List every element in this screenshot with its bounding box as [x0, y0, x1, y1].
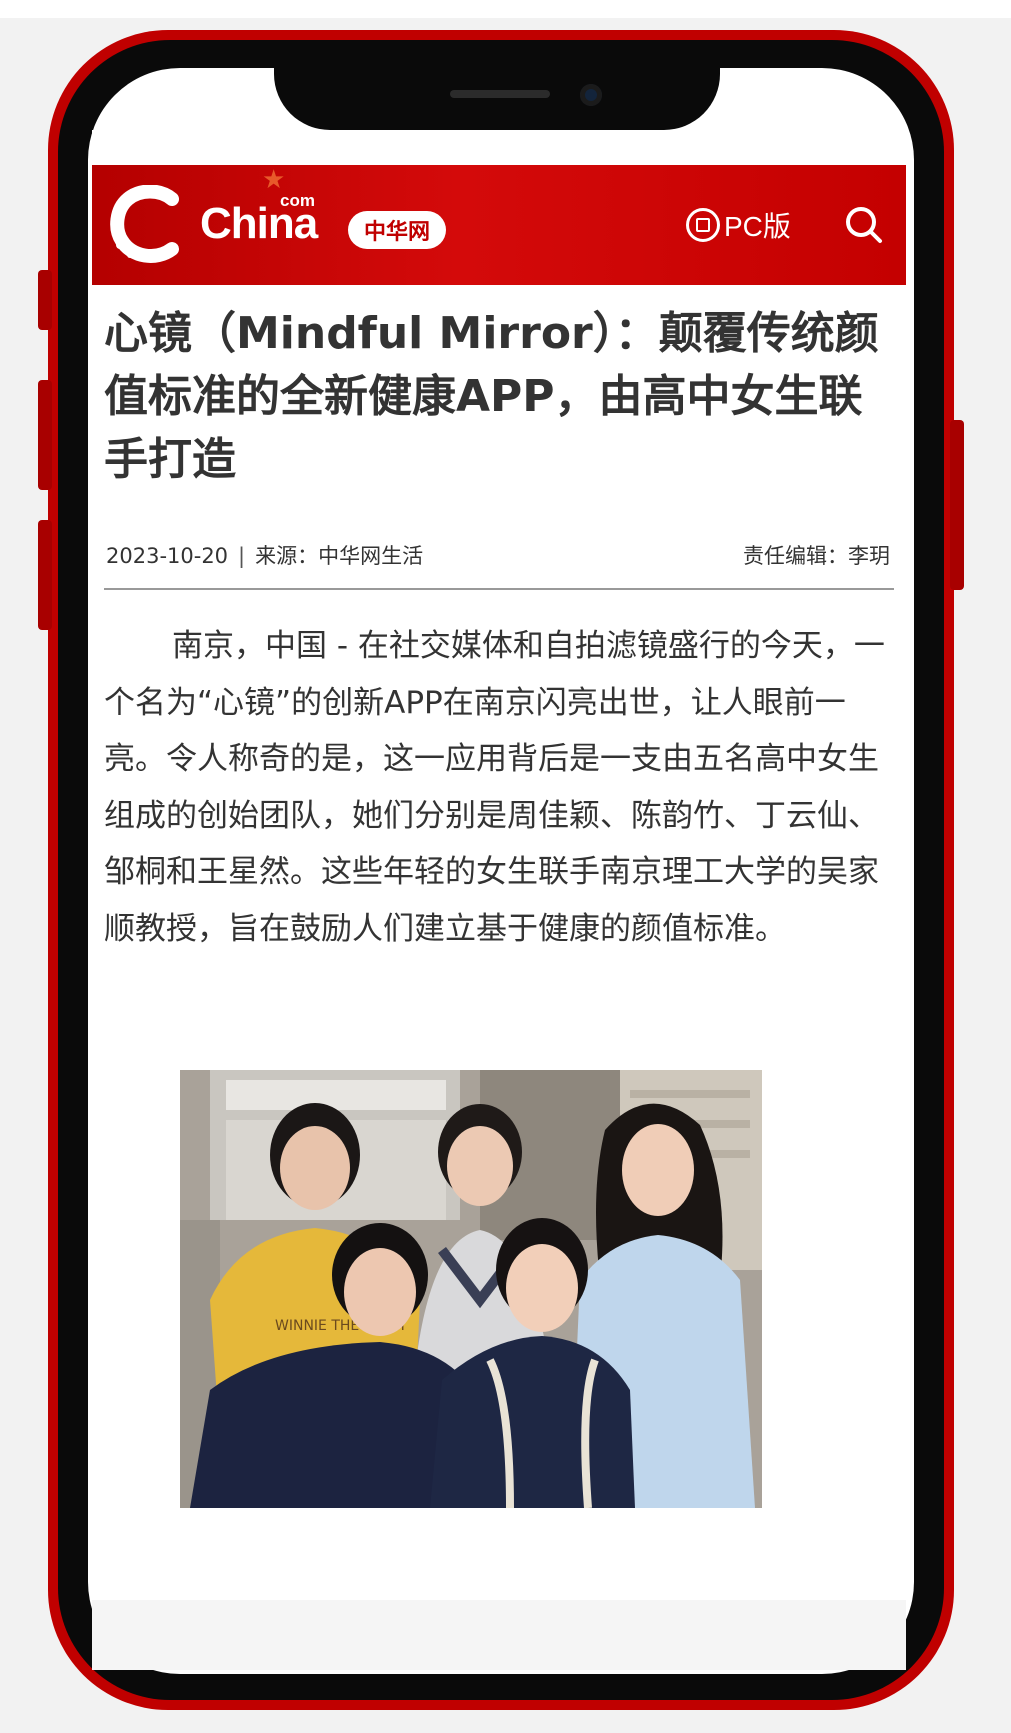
side-button-left-top: [38, 270, 52, 330]
meta-divider: [104, 588, 894, 590]
group-photo-image: WINNIE THE POOH: [180, 1070, 762, 1508]
article-title: 心镜（Mindful Mirror）：颠覆传统颜值标准的全新健康APP，由高中女…: [104, 308, 879, 485]
speaker-grille: [450, 90, 550, 98]
meta-separator: |: [238, 544, 246, 568]
monitor-icon: [686, 208, 720, 242]
front-camera: [580, 84, 602, 106]
search-icon[interactable]: [844, 205, 884, 245]
site-header: ★ China com 中华网 PC版: [92, 165, 906, 285]
article-source: 来源：中华网生活: [255, 544, 424, 568]
screen-bottom-band: [92, 1600, 906, 1670]
article-photo: WINNIE THE POOH: [180, 1070, 762, 1508]
pc-version-label: PC版: [724, 211, 791, 242]
side-button-right: [950, 420, 964, 590]
logo-badge: 中华网: [348, 211, 447, 249]
article-meta: 2023-10-20 | 来源：中华网生活: [106, 540, 423, 570]
article-editor: 责任编辑：李玥: [743, 544, 890, 568]
china-c-logo-icon: [110, 185, 179, 263]
logo-com-text: com: [280, 191, 315, 210]
article-body: 南京，中国 - 在社交媒体和自拍滤镜盛行的今天，一个名为“心镜”的创新APP在南…: [104, 628, 885, 947]
web-page: ★ China com 中华网 PC版 心镜（Mindful Mirror）：颠…: [92, 130, 906, 1600]
site-logo[interactable]: China com 中华网: [110, 185, 450, 263]
pc-version-link[interactable]: PC版: [686, 203, 791, 247]
side-button-left-mid: [38, 380, 52, 490]
side-button-left-low: [38, 520, 52, 630]
article-date: 2023-10-20: [106, 544, 229, 568]
